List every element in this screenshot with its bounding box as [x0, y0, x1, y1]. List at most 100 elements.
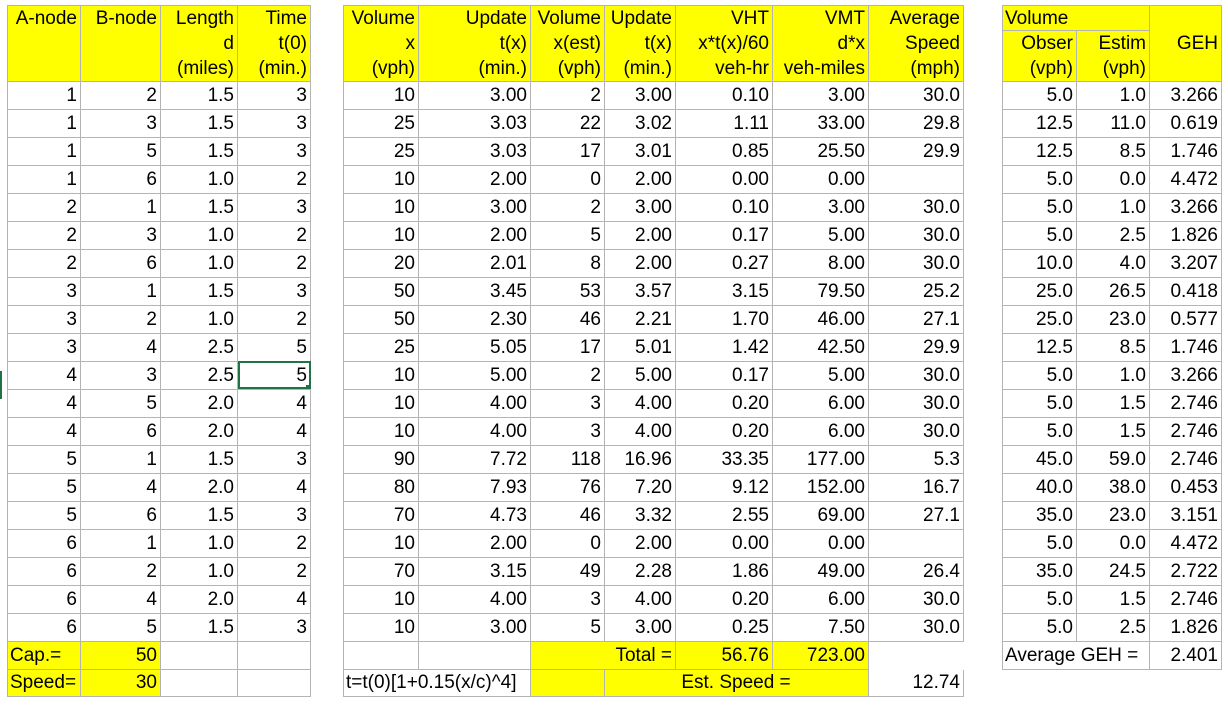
data-cell[interactable]: 118	[530, 444, 605, 474]
data-cell[interactable]: 4	[237, 388, 311, 418]
data-cell[interactable]: 90	[343, 444, 419, 474]
data-cell[interactable]: 2.00	[418, 164, 531, 194]
data-cell[interactable]: 0.10	[675, 192, 773, 222]
data-cell[interactable]: 46	[530, 500, 605, 530]
data-cell[interactable]: 0.0	[1076, 528, 1150, 558]
data-cell[interactable]: 6	[80, 248, 161, 278]
data-cell[interactable]: 22	[530, 108, 605, 138]
data-cell[interactable]	[868, 528, 964, 558]
data-cell[interactable]: 4.00	[604, 416, 676, 446]
data-cell[interactable]: 30.0	[868, 612, 964, 642]
column-header[interactable]: Speed	[868, 30, 964, 57]
data-cell[interactable]: 4.00	[418, 388, 531, 418]
data-cell[interactable]: 8.5	[1076, 136, 1150, 166]
data-cell[interactable]: 7.20	[604, 472, 676, 502]
data-cell[interactable]: 3	[237, 192, 311, 222]
data-cell[interactable]: 2	[7, 220, 81, 250]
data-cell[interactable]: 3	[237, 80, 311, 110]
data-cell[interactable]: 1.826	[1149, 612, 1222, 642]
column-header[interactable]: Volume	[530, 4, 605, 31]
data-cell[interactable]: 16.7	[868, 472, 964, 502]
column-header[interactable]: t(x)	[418, 30, 531, 57]
data-cell[interactable]: 30.0	[868, 584, 964, 614]
column-header[interactable]: Length	[160, 4, 238, 31]
data-cell[interactable]: 3.03	[418, 136, 531, 166]
data-cell[interactable]: 10	[343, 220, 419, 250]
data-cell[interactable]: 79.50	[772, 276, 869, 306]
data-cell[interactable]: 5.0	[1002, 416, 1077, 446]
data-cell[interactable]: 16.96	[604, 444, 676, 474]
data-cell[interactable]: 152.00	[772, 472, 869, 502]
data-cell[interactable]: 30.0	[868, 416, 964, 446]
data-cell[interactable]: 6	[80, 164, 161, 194]
data-cell[interactable]: 33.35	[675, 444, 773, 474]
column-header[interactable]: VHT	[675, 4, 773, 31]
data-cell[interactable]: 1	[80, 528, 161, 558]
data-cell[interactable]: 6	[7, 584, 81, 614]
data-cell[interactable]: 45.0	[1002, 444, 1077, 474]
data-cell[interactable]: 1.5	[160, 276, 238, 306]
data-cell[interactable]: 177.00	[772, 444, 869, 474]
data-cell[interactable]: 2.00	[604, 528, 676, 558]
data-cell[interactable]: 0	[530, 164, 605, 194]
data-cell[interactable]: 12.5	[1002, 136, 1077, 166]
data-cell[interactable]: 30.0	[868, 388, 964, 418]
empty-cell[interactable]	[237, 668, 311, 697]
data-cell[interactable]: 3.03	[418, 108, 531, 138]
empty-cell[interactable]	[160, 640, 238, 670]
data-cell[interactable]: 35.0	[1002, 556, 1077, 586]
column-header[interactable]: d*x	[772, 30, 869, 57]
data-cell[interactable]: 1.746	[1149, 136, 1222, 166]
speed-label[interactable]: Speed=	[7, 668, 81, 697]
column-header[interactable]: d	[160, 30, 238, 57]
data-cell[interactable]: 0.00	[772, 528, 869, 558]
data-cell[interactable]: 5.0	[1002, 164, 1077, 194]
data-cell[interactable]: 1	[7, 108, 81, 138]
data-cell[interactable]: 4.00	[604, 584, 676, 614]
spreadsheet-sheet[interactable]: A-node B-node Length Time d t(0) (miles) (min.)…	[0, 0, 1228, 718]
data-cell[interactable]: 6	[7, 556, 81, 586]
data-cell[interactable]: 5.0	[1002, 80, 1077, 110]
data-cell[interactable]: 2.5	[1076, 612, 1150, 642]
data-cell[interactable]: 5.3	[868, 444, 964, 474]
column-header[interactable]: (vph)	[530, 56, 605, 82]
data-cell[interactable]: 1.0	[160, 220, 238, 250]
data-cell[interactable]: 3	[530, 584, 605, 614]
average-geh-value[interactable]: 2.401	[1149, 640, 1222, 670]
data-cell[interactable]: 1.5	[160, 108, 238, 138]
data-cell[interactable]: 3.207	[1149, 248, 1222, 278]
est-speed-label[interactable]: Est. Speed =	[604, 668, 869, 697]
column-header[interactable]: (min.)	[604, 56, 676, 82]
data-cell[interactable]: 2	[237, 304, 311, 334]
data-cell[interactable]: 2.5	[1076, 220, 1150, 250]
data-cell[interactable]: 2.0	[160, 388, 238, 418]
data-cell[interactable]: 5.0	[1002, 360, 1077, 390]
data-cell[interactable]: 70	[343, 500, 419, 530]
data-cell[interactable]: 2.00	[604, 248, 676, 278]
data-cell[interactable]: 5	[237, 332, 311, 362]
data-cell[interactable]: 4.472	[1149, 164, 1222, 194]
data-cell[interactable]: 3	[237, 136, 311, 166]
empty-cell[interactable]	[418, 640, 531, 670]
data-cell[interactable]: 0.418	[1149, 276, 1222, 306]
column-header[interactable]: t(0)	[237, 30, 311, 57]
data-cell[interactable]: 3	[530, 388, 605, 418]
data-cell[interactable]: 8.5	[1076, 332, 1150, 362]
data-cell[interactable]: 4	[80, 332, 161, 362]
data-cell[interactable]: 10	[343, 360, 419, 390]
data-cell[interactable]: 0.619	[1149, 108, 1222, 138]
data-cell[interactable]: 10.0	[1002, 248, 1077, 278]
data-cell[interactable]: 3.15	[418, 556, 531, 586]
data-cell[interactable]: 3.01	[604, 136, 676, 166]
data-cell[interactable]: 5	[530, 220, 605, 250]
data-cell[interactable]: 11.0	[1076, 108, 1150, 138]
capacity-label[interactable]: Cap.=	[7, 640, 81, 670]
data-cell[interactable]: 1.0	[160, 528, 238, 558]
data-cell[interactable]: 4.00	[604, 388, 676, 418]
data-cell[interactable]: 30.0	[868, 220, 964, 250]
data-cell[interactable]: 1.826	[1149, 220, 1222, 250]
data-cell[interactable]: 1.5	[1076, 416, 1150, 446]
data-cell[interactable]: 4	[7, 388, 81, 418]
data-cell[interactable]: 25	[343, 108, 419, 138]
column-header[interactable]: A-node	[7, 4, 81, 31]
